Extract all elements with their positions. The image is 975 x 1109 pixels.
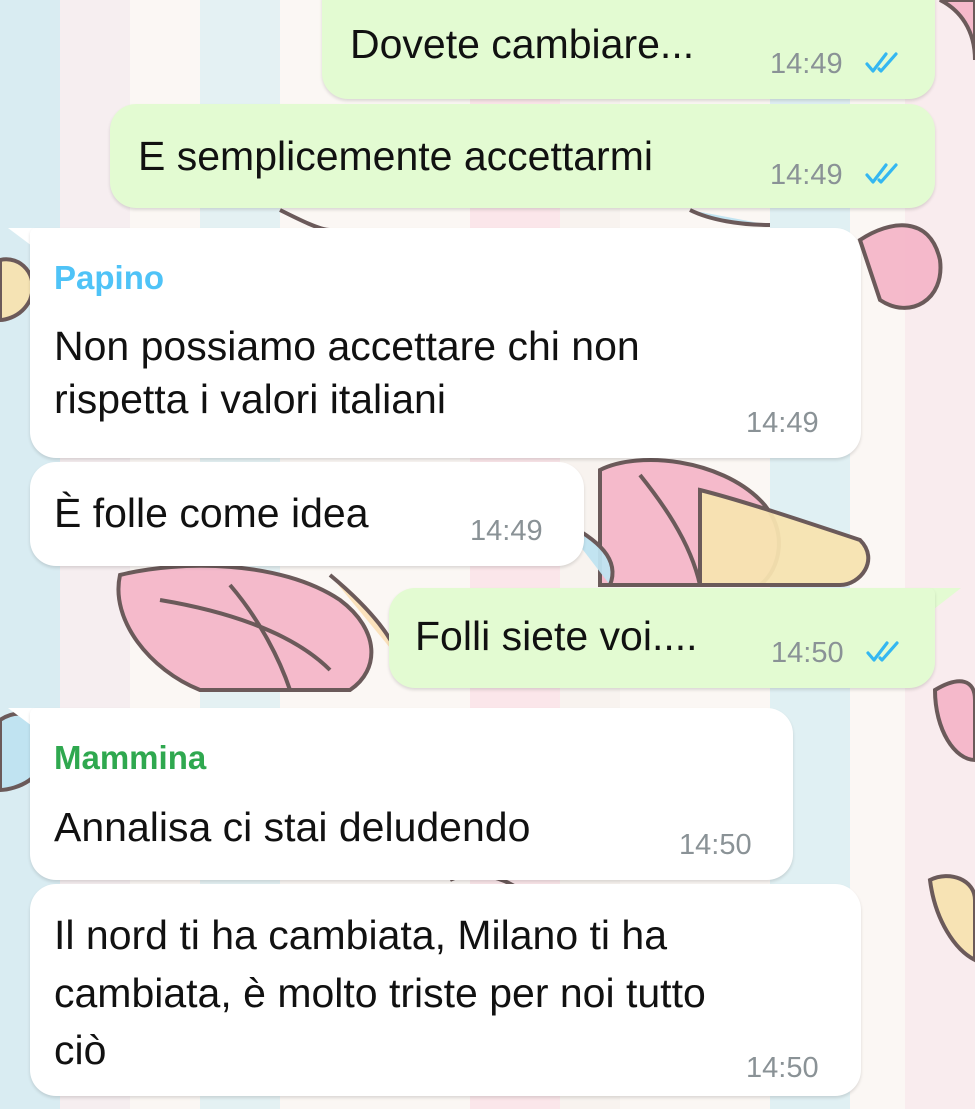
message-time: 14:49 — [770, 159, 843, 191]
double-check-icon — [865, 163, 898, 184]
incoming-message[interactable]: Il nord ti ha cambiata, Milano ti ha cam… — [30, 884, 861, 1096]
sender-name[interactable]: Mammina — [54, 738, 206, 778]
message-time: 14:50 — [746, 1052, 819, 1084]
outgoing-message[interactable]: E semplicemente accettarmi 14:49 — [110, 104, 935, 208]
message-time: 14:49 — [470, 515, 543, 547]
message-list[interactable]: Dovete cambiare... 14:49 E semplicemente… — [0, 0, 975, 1109]
incoming-message[interactable]: Papino Non possiamo accettare chi non ri… — [30, 228, 861, 458]
message-text-line: rispetta i valori italiani — [54, 376, 446, 422]
outgoing-message[interactable]: Folli siete voi.... 14:50 — [389, 588, 935, 688]
incoming-message[interactable]: Mammina Annalisa ci stai deludendo 14:50 — [30, 708, 793, 880]
message-text: Folli siete voi.... — [415, 613, 698, 659]
incoming-message[interactable]: È folle come idea 14:49 — [30, 462, 584, 566]
message-text: Annalisa ci stai deludendo — [54, 804, 531, 850]
message-time: 14:50 — [771, 637, 844, 669]
message-time: 14:50 — [679, 829, 752, 861]
message-text: Dovete cambiare... — [350, 21, 695, 67]
message-text-line: Il nord ti ha cambiata, Milano ti ha — [54, 912, 668, 958]
message-text: E semplicemente accettarmi — [138, 133, 653, 179]
double-check-icon — [866, 641, 899, 662]
message-time: 14:49 — [770, 48, 843, 80]
double-check-icon — [865, 52, 898, 73]
message-text-line: cambiata, è molto triste per noi tutto — [54, 970, 706, 1016]
message-time: 14:49 — [746, 407, 819, 439]
message-text: È folle come idea — [54, 490, 369, 536]
message-text-line: Non possiamo accettare chi non — [54, 323, 640, 369]
outgoing-message[interactable]: Dovete cambiare... 14:49 — [322, 0, 935, 99]
sender-name[interactable]: Papino — [54, 258, 164, 298]
message-text-line: ciò — [54, 1027, 107, 1073]
